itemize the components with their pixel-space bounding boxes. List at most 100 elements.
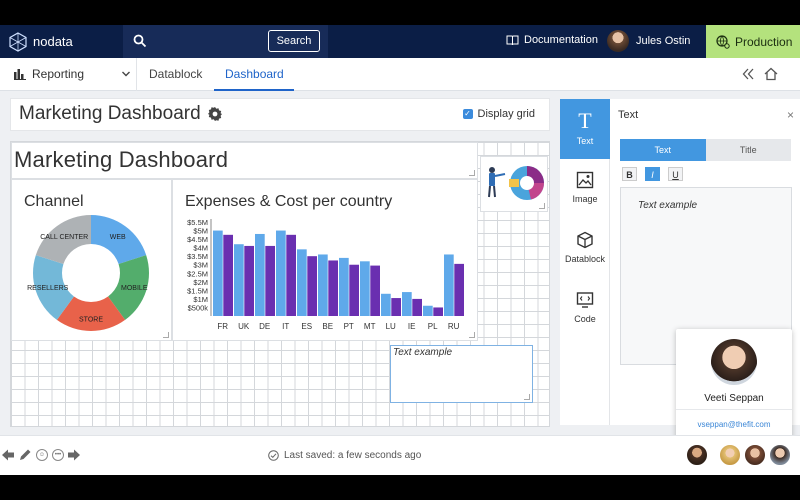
channel-chart-block[interactable]: Channel WEB MOBILE STORE RESELLERS CALL CENT… — [11, 179, 172, 341]
tab-datablock[interactable]: Datablock — [149, 67, 202, 81]
save-status-text: Last saved: a few seconds ago — [284, 450, 422, 461]
check-circle-icon — [268, 450, 279, 461]
bar — [244, 245, 254, 316]
y-tick-label: $2.5M — [187, 269, 208, 278]
more-icon[interactable]: ••• — [52, 449, 64, 461]
arrow-left-icon[interactable] — [2, 449, 14, 461]
underline-button[interactable]: U — [668, 167, 683, 181]
environment-button[interactable]: Production — [706, 25, 800, 58]
close-icon[interactable]: × — [787, 108, 794, 122]
bar — [286, 234, 296, 316]
resize-handle[interactable] — [163, 332, 169, 338]
emoji-icon[interactable]: ☺ — [36, 449, 48, 461]
dashboard-heading: Marketing Dashboard — [14, 147, 229, 172]
channel-donut-chart: WEB MOBILE STORE RESELLERS CALL CENTER — [27, 215, 150, 331]
top-bar: nodata Search Documentation Jules Ostin — [0, 25, 800, 58]
rail-item-code[interactable]: Code — [560, 279, 610, 339]
x-tick-label: MT — [364, 322, 376, 331]
rail-item-image[interactable]: Image — [560, 159, 610, 219]
bar — [234, 244, 244, 316]
reporting-dropdown[interactable]: Reporting — [14, 67, 132, 81]
footer-bar: ☺ ••• Last saved: a few seconds ago — [0, 435, 800, 475]
search-icon[interactable] — [133, 34, 147, 48]
italic-button[interactable]: I — [645, 167, 660, 181]
resize-handle[interactable] — [469, 170, 475, 176]
pencil-icon[interactable] — [18, 448, 32, 462]
resize-handle[interactable] — [524, 394, 530, 400]
home-icon[interactable] — [764, 67, 778, 81]
y-tick-label: $1M — [193, 295, 208, 304]
popover-email-link[interactable]: vseppan@thefit.com — [676, 420, 792, 429]
search-button[interactable]: Search — [268, 30, 320, 52]
editor-tools: ☺ ••• — [2, 448, 80, 462]
y-tick-label: $3M — [193, 261, 208, 270]
y-tick-label: $3.5M — [187, 252, 208, 261]
display-grid-toggle[interactable]: ✓ Display grid — [462, 108, 535, 120]
image-block[interactable] — [480, 156, 548, 212]
format-toolbar: B I U — [622, 167, 683, 181]
nodata-logo-icon — [9, 31, 27, 52]
page-header: Marketing Dashboard ✓ Display grid — [10, 98, 550, 131]
tab-text[interactable]: Text — [620, 139, 706, 161]
x-tick-label: FR — [217, 322, 228, 331]
rail-item-text[interactable]: T Text — [560, 99, 610, 159]
user-name: Jules Ostin — [636, 35, 691, 47]
chevron-down-icon — [122, 71, 130, 77]
avatar — [607, 30, 629, 52]
bar — [339, 257, 349, 316]
dashboard-canvas[interactable]: Marketing Dashboard Channel WEB MOBILE STO… — [10, 141, 550, 427]
avatar[interactable] — [719, 444, 741, 466]
bar — [223, 234, 233, 316]
bar — [412, 298, 422, 316]
book-icon — [506, 35, 519, 45]
x-tick-label: RU — [448, 322, 460, 331]
expenses-chart-block[interactable]: Expenses & Cost per country $500k $1M $1.5… — [172, 179, 478, 341]
save-status: Last saved: a few seconds ago — [268, 450, 421, 461]
avatar[interactable] — [686, 444, 708, 466]
resize-handle[interactable] — [469, 332, 475, 338]
text-icon: T — [578, 108, 592, 133]
tab-title[interactable]: Title — [705, 139, 791, 161]
bar — [444, 254, 454, 316]
bar — [391, 298, 401, 316]
avatar[interactable] — [744, 444, 766, 466]
text-block[interactable]: Text example — [390, 345, 533, 403]
x-tick-label: IE — [408, 322, 416, 331]
code-monitor-icon — [576, 292, 594, 308]
text-block-content[interactable]: Text example — [393, 347, 452, 358]
x-tick-label: BE — [322, 322, 333, 331]
slice-label: RESELLERS — [27, 285, 69, 292]
bold-button[interactable]: B — [622, 167, 637, 181]
title-block[interactable]: Marketing Dashboard — [11, 142, 478, 179]
bar-chart-icon — [14, 69, 26, 80]
double-chevron-left-icon[interactable] — [742, 67, 754, 81]
bar — [360, 261, 370, 316]
y-tick-label: $5.5M — [187, 218, 208, 227]
logo[interactable]: nodata — [8, 31, 73, 52]
editor-content[interactable]: Text example — [638, 200, 697, 211]
x-tick-label: PL — [428, 322, 438, 331]
user-menu[interactable]: Jules Ostin — [607, 30, 690, 52]
subbar-actions — [742, 67, 778, 81]
secondary-nav: Reporting Datablock Dashboard — [0, 58, 800, 91]
avatar[interactable] — [769, 444, 791, 466]
bar — [297, 249, 307, 316]
y-tick-label: $4M — [193, 244, 208, 253]
reporting-label: Reporting — [32, 67, 85, 81]
globe-gear-icon — [716, 34, 730, 49]
environment-label: Production — [735, 34, 793, 49]
panel-title: Text — [618, 109, 639, 121]
x-tick-label: DE — [259, 322, 270, 331]
rail-item-datablock[interactable]: Datablock — [560, 219, 610, 279]
tab-dashboard[interactable]: Dashboard — [225, 67, 284, 81]
y-tick-label: $2M — [193, 278, 208, 287]
documentation-link[interactable]: Documentation — [506, 34, 598, 46]
arrow-right-icon[interactable] — [68, 449, 80, 461]
resize-handle[interactable] — [539, 203, 545, 209]
checkbox-checked-icon[interactable]: ✓ — [462, 109, 473, 119]
x-tick-label: PT — [344, 322, 354, 331]
rail-item-label: Text — [576, 136, 594, 146]
page-title-text: Marketing Dashboard — [19, 103, 201, 124]
text-type-toggle: Text Title — [620, 139, 791, 161]
gear-icon[interactable] — [207, 106, 223, 122]
